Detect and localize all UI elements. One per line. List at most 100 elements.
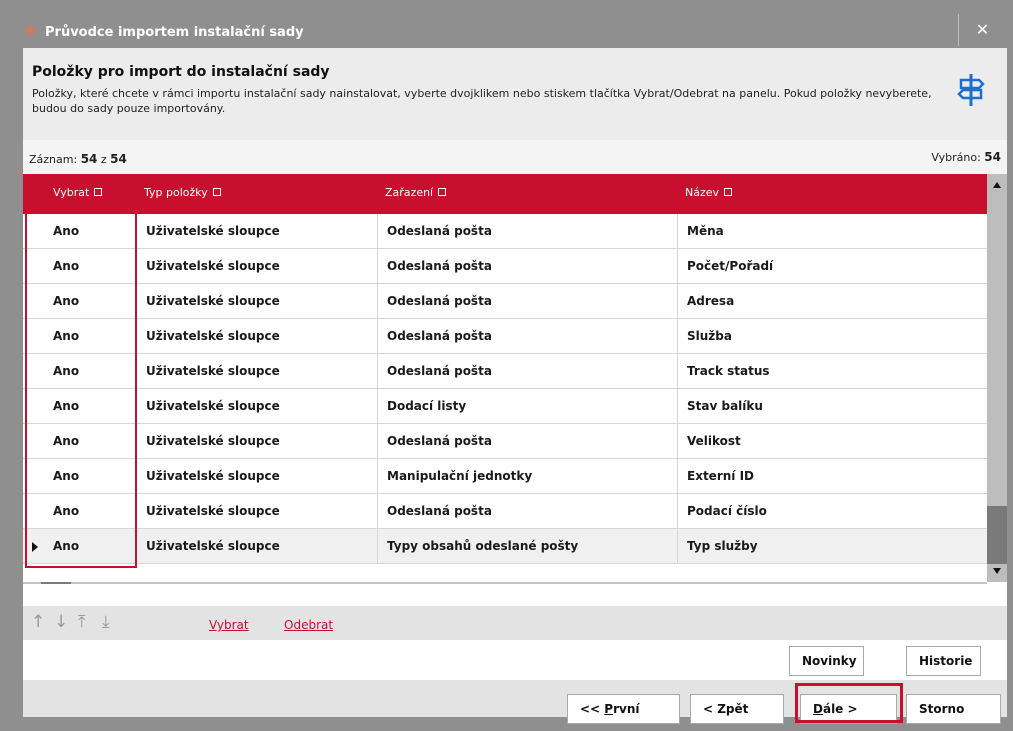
table-row[interactable]: Ano Uživatelské sloupce Manipulační jedn… xyxy=(23,459,987,494)
scroll-down-icon[interactable] xyxy=(993,568,1001,574)
grid-toolbar: ↑ ↓ ⤒ ⤓ Vybrat Odebrat xyxy=(23,606,1007,640)
record-current: 54 xyxy=(80,152,98,166)
current-row-indicator-icon xyxy=(32,542,38,552)
cell-type: Uživatelské sloupce xyxy=(146,399,280,413)
arrow-to-bottom-icon[interactable]: ⤓ xyxy=(102,614,110,631)
cell-type: Uživatelské sloupce xyxy=(146,294,280,308)
cell-select: Ano xyxy=(53,504,80,518)
cell-type: Uživatelské sloupce xyxy=(146,364,280,378)
first-button[interactable]: << První xyxy=(567,694,680,724)
record-label: Záznam: xyxy=(29,153,78,166)
scroll-up-icon[interactable] xyxy=(993,182,1001,188)
window-frame-left xyxy=(0,48,23,731)
filter-icon[interactable] xyxy=(212,188,221,196)
cell-category: Typy obsahů odeslané pošty xyxy=(387,539,579,553)
table-row-current[interactable]: Ano Uživatelské sloupce Typy obsahů odes… xyxy=(23,529,987,564)
cell-type: Uživatelské sloupce xyxy=(146,504,280,518)
close-button[interactable]: ✕ xyxy=(958,14,1006,46)
horizontal-scrollbar[interactable] xyxy=(23,582,987,584)
window-title: Průvodce importem instalační sady xyxy=(45,25,304,40)
history-button[interactable]: Historie xyxy=(906,646,981,676)
cell-select: Ano xyxy=(53,259,80,273)
remove-link[interactable]: Odebrat xyxy=(284,618,333,632)
column-divider xyxy=(677,214,678,564)
cell-select: Ano xyxy=(53,434,80,448)
cell-name: Podací číslo xyxy=(687,504,767,518)
cell-category: Odeslaná pošta xyxy=(387,329,492,343)
column-header-type[interactable]: Typ položky xyxy=(144,186,221,199)
news-button[interactable]: Novinky xyxy=(789,646,864,676)
items-grid[interactable]: Vybrat Typ položky Zařazení Název Ano Už… xyxy=(23,174,1007,584)
cell-name: Track status xyxy=(687,364,770,378)
cell-type: Uživatelské sloupce xyxy=(146,329,280,343)
selected-label: Vybráno: xyxy=(931,151,981,164)
title-bar: ✳ Průvodce importem instalační sady ✕ xyxy=(0,0,1013,48)
column-divider xyxy=(377,214,378,564)
cell-name: Služba xyxy=(687,329,732,343)
page-title: Položky pro import do instalační sady xyxy=(32,64,330,80)
table-row[interactable]: Ano Uživatelské sloupce Odeslaná pošta T… xyxy=(23,354,987,389)
cell-select: Ano xyxy=(53,294,80,308)
horizontal-scroll-thumb[interactable] xyxy=(41,582,71,584)
signpost-icon xyxy=(957,74,985,106)
arrow-to-top-icon[interactable]: ⤒ xyxy=(78,614,86,631)
records-bar: Záznam: 54 z 54 Vybráno: 54 xyxy=(23,140,1007,174)
page-description: Položky, které chcete v rámci importu in… xyxy=(32,87,932,115)
table-row[interactable]: Ano Uživatelské sloupce Odeslaná pošta V… xyxy=(23,424,987,459)
column-header-category[interactable]: Zařazení xyxy=(385,186,447,199)
arrow-up-icon[interactable]: ↑ xyxy=(31,614,45,631)
cell-select: Ano xyxy=(53,469,80,483)
cell-name: Externí ID xyxy=(687,469,754,483)
cell-type: Uživatelské sloupce xyxy=(146,259,280,273)
column-header-name[interactable]: Název xyxy=(685,186,733,199)
vertical-scroll-thumb[interactable] xyxy=(987,506,1007,564)
cell-category: Odeslaná pošta xyxy=(387,504,492,518)
cell-select: Ano xyxy=(53,539,80,553)
cell-name: Adresa xyxy=(687,294,735,308)
select-link[interactable]: Vybrat xyxy=(209,618,249,632)
cell-name: Stav balíku xyxy=(687,399,763,413)
cell-type: Uživatelské sloupce xyxy=(146,539,280,553)
table-row[interactable]: Ano Uživatelské sloupce Dodací listy Sta… xyxy=(23,389,987,424)
cell-select: Ano xyxy=(53,399,80,413)
filter-icon[interactable] xyxy=(438,188,447,196)
cell-type: Uživatelské sloupce xyxy=(146,469,280,483)
selected-count: 54 xyxy=(984,150,1001,164)
table-row[interactable]: Ano Uživatelské sloupce Odeslaná pošta A… xyxy=(23,284,987,319)
cell-name: Počet/Pořadí xyxy=(687,259,774,273)
vertical-scrollbar[interactable] xyxy=(987,174,1007,582)
window-frame-right xyxy=(1007,48,1013,731)
arrow-down-icon[interactable]: ↓ xyxy=(54,614,68,631)
record-of: z xyxy=(100,153,107,166)
cell-category: Dodací listy xyxy=(387,399,467,413)
cell-category: Odeslaná pošta xyxy=(387,224,492,238)
cell-category: Odeslaná pošta xyxy=(387,294,492,308)
grid-header: Vybrat Typ položky Zařazení Název xyxy=(23,174,987,214)
app-logo-icon: ✳ xyxy=(23,22,38,42)
table-row[interactable]: Ano Uživatelské sloupce Odeslaná pošta P… xyxy=(23,249,987,284)
next-button[interactable]: Dále > xyxy=(800,694,897,724)
column-header-select[interactable]: Vybrat xyxy=(53,186,103,199)
record-counter: Záznam: 54 z 54 xyxy=(29,152,127,166)
cell-name: Typ služby xyxy=(687,539,758,553)
table-row[interactable]: Ano Uživatelské sloupce Odeslaná pošta S… xyxy=(23,319,987,354)
selected-counter: Vybráno: 54 xyxy=(931,150,1001,164)
table-row[interactable]: Ano Uživatelské sloupce Odeslaná pošta M… xyxy=(23,214,987,249)
cell-category: Odeslaná pošta xyxy=(387,434,492,448)
filter-icon[interactable] xyxy=(94,188,103,196)
back-button[interactable]: < Zpět xyxy=(690,694,784,724)
wizard-header: Položky pro import do instalační sady Po… xyxy=(23,48,1007,140)
cell-category: Odeslaná pošta xyxy=(387,259,492,273)
cell-name: Měna xyxy=(687,224,724,238)
cell-category: Odeslaná pošta xyxy=(387,364,492,378)
cell-type: Uživatelské sloupce xyxy=(146,434,280,448)
table-row[interactable]: Ano Uživatelské sloupce Odeslaná pošta P… xyxy=(23,494,987,529)
filter-icon[interactable] xyxy=(724,188,733,196)
column-divider xyxy=(136,214,137,564)
cancel-button[interactable]: Storno xyxy=(906,694,1001,724)
record-total: 54 xyxy=(110,152,127,166)
cell-category: Manipulační jednotky xyxy=(387,469,533,483)
cell-name: Velikost xyxy=(687,434,741,448)
cell-type: Uživatelské sloupce xyxy=(146,224,280,238)
cell-select: Ano xyxy=(53,364,80,378)
